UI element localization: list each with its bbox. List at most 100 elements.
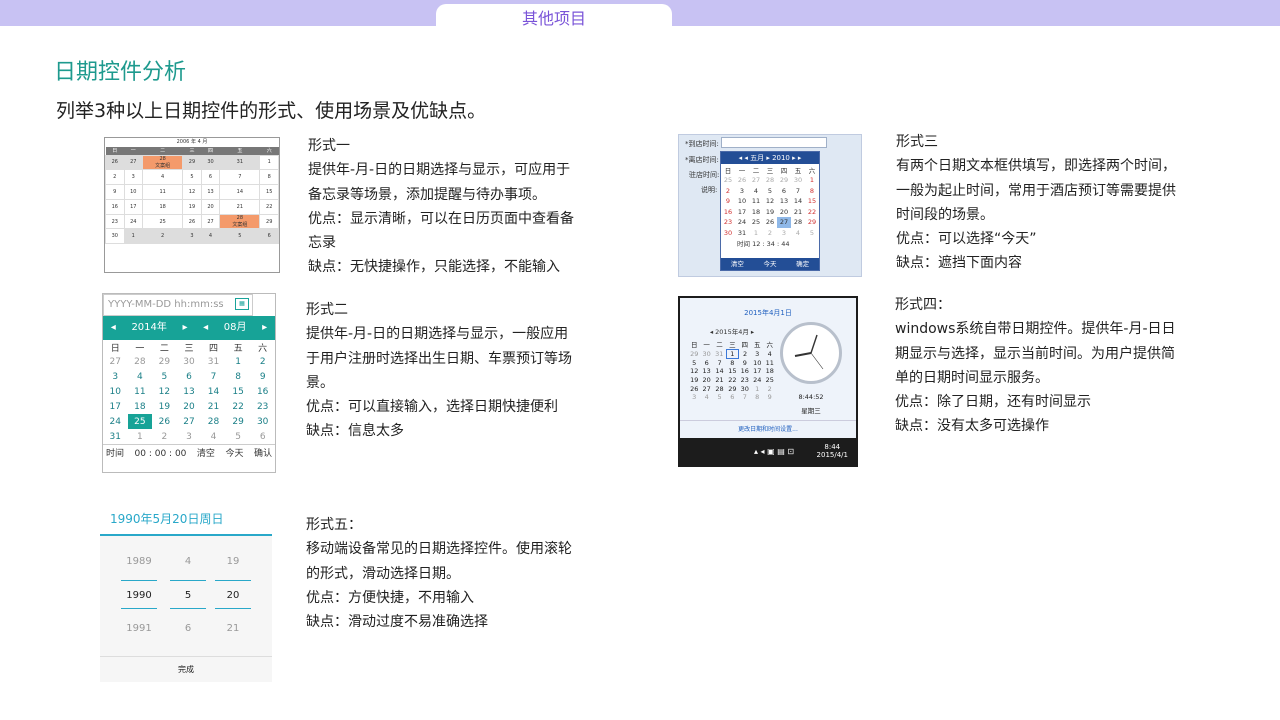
- day-cell[interactable]: 29: [805, 217, 819, 228]
- day-cell[interactable]: 11: [128, 384, 153, 399]
- day-cell[interactable]: 16: [250, 384, 275, 399]
- day-cell[interactable]: 2: [152, 429, 177, 444]
- month-prev[interactable]: 4: [170, 556, 206, 567]
- day-cell[interactable]: 24: [123, 213, 144, 230]
- day-cell[interactable]: 17: [735, 207, 749, 218]
- day-cell[interactable]: 20: [177, 399, 202, 414]
- day-cell[interactable]: 5: [688, 359, 700, 368]
- today-button[interactable]: 今天: [763, 258, 776, 270]
- day-cell[interactable]: 19: [182, 198, 202, 215]
- day-cell[interactable]: 22: [726, 376, 738, 385]
- day-cell[interactable]: 25: [763, 376, 776, 385]
- year-select[interactable]: 2014年: [131, 316, 166, 340]
- month-next[interactable]: 6: [170, 623, 206, 634]
- year-prev[interactable]: 1989: [121, 556, 157, 567]
- day-cell[interactable]: 12: [688, 367, 700, 376]
- day-cell[interactable]: 29: [182, 154, 202, 171]
- day-cell[interactable]: 25: [721, 175, 735, 186]
- day-prev[interactable]: 19: [215, 556, 251, 567]
- popup-time[interactable]: 时间 12 : 34 : 44: [721, 238, 819, 250]
- day-cell[interactable]: 12: [763, 196, 777, 207]
- day-cell[interactable]: 6: [200, 169, 221, 186]
- day-cell[interactable]: 26: [152, 414, 177, 429]
- day-cell[interactable]: 30: [250, 414, 275, 429]
- day-cell[interactable]: 6: [250, 429, 275, 444]
- day-cell[interactable]: 19: [688, 376, 700, 385]
- day-cell[interactable]: 17: [103, 399, 128, 414]
- day-cell[interactable]: 19: [152, 399, 177, 414]
- next-month-icon[interactable]: ▸: [262, 316, 267, 340]
- day-cell[interactable]: 8: [226, 369, 251, 384]
- day-cell[interactable]: 7: [219, 169, 261, 186]
- day-cell[interactable]: 9: [739, 359, 751, 368]
- day-cell[interactable]: 10: [735, 196, 749, 207]
- day-cell[interactable]: 13: [200, 184, 221, 200]
- day-cell[interactable]: 6: [777, 186, 791, 197]
- day-cell[interactable]: 1: [749, 228, 763, 239]
- day-cell[interactable]: 26: [182, 213, 202, 230]
- prev-month-icon[interactable]: ◂: [203, 316, 208, 340]
- day-cell[interactable]: 1: [123, 228, 144, 245]
- day-cell[interactable]: 10: [123, 184, 144, 200]
- day-cell[interactable]: 25: [749, 217, 763, 228]
- day-cell[interactable]: 27: [749, 175, 763, 186]
- day-cell[interactable]: 6: [259, 228, 279, 245]
- day-cell[interactable]: 21: [219, 198, 261, 215]
- day-cell[interactable]: 15: [226, 384, 251, 399]
- day-cell[interactable]: 4: [201, 429, 226, 444]
- day-cell[interactable]: 8: [726, 359, 738, 368]
- day-cell[interactable]: 11: [749, 196, 763, 207]
- day-cell[interactable]: 17: [751, 367, 763, 376]
- day-cell[interactable]: 21: [201, 399, 226, 414]
- day-cell[interactable]: 19: [763, 207, 777, 218]
- day-cell[interactable]: 15: [259, 184, 279, 200]
- day-cell[interactable]: 31: [103, 429, 128, 444]
- change-datetime-link[interactable]: 更改日期和时间设置...: [680, 420, 856, 438]
- day-cell[interactable]: 3: [123, 169, 144, 186]
- day-cell[interactable]: 23: [721, 217, 735, 228]
- day-cell[interactable]: 22: [259, 198, 279, 215]
- day-cell[interactable]: 16: [739, 367, 751, 376]
- day-cell[interactable]: 15: [726, 367, 738, 376]
- day-cell[interactable]: 28: [128, 354, 153, 369]
- day-cell[interactable]: 28 文案组: [219, 213, 261, 230]
- day-cell[interactable]: 1: [259, 154, 279, 171]
- day-cell[interactable]: 20: [200, 198, 221, 215]
- day-cell[interactable]: 30: [177, 354, 202, 369]
- day-cell[interactable]: 24: [103, 414, 128, 429]
- day-cell[interactable]: 18: [749, 207, 763, 218]
- day-cell[interactable]: 3: [688, 393, 700, 402]
- day-cell[interactable]: 31: [201, 354, 226, 369]
- day-cell[interactable]: 9: [105, 184, 125, 200]
- day-cell[interactable]: 3: [777, 228, 791, 239]
- day-cell[interactable]: 28: [713, 384, 726, 393]
- day-cell[interactable]: 28: [763, 175, 777, 186]
- day-cell[interactable]: 22: [805, 207, 819, 218]
- day-cell[interactable]: 9: [763, 393, 776, 402]
- day-cell[interactable]: 8: [751, 393, 763, 402]
- day-cell[interactable]: 23: [739, 376, 751, 385]
- year-next[interactable]: 1991: [121, 623, 157, 634]
- day-next[interactable]: 21: [215, 623, 251, 634]
- ok-button[interactable]: 确定: [796, 258, 809, 270]
- day-cell[interactable]: 3: [103, 369, 128, 384]
- day-cell[interactable]: 30: [721, 228, 735, 239]
- day-cell[interactable]: 5: [226, 429, 251, 444]
- day-cell[interactable]: 11: [142, 184, 184, 200]
- time-input[interactable]: 00 : 00 : 00: [135, 445, 187, 462]
- day-cell[interactable]: 3: [177, 429, 202, 444]
- day-cell[interactable]: 4: [791, 228, 805, 239]
- day-cell[interactable]: 10: [751, 359, 763, 368]
- day-cell[interactable]: 14: [201, 384, 226, 399]
- day-cell[interactable]: 21: [791, 207, 805, 218]
- day-cell[interactable]: 2: [763, 228, 777, 239]
- day-cell[interactable]: 22: [226, 399, 251, 414]
- day-cell[interactable]: 18: [142, 198, 184, 215]
- taskbar-clock[interactable]: 8:44 2015/4/1: [817, 443, 848, 459]
- clear-button[interactable]: 清空: [731, 258, 744, 270]
- checkin-input[interactable]: [721, 137, 827, 148]
- next-year-icon[interactable]: ▸: [183, 316, 188, 340]
- day-cell[interactable]: 26: [105, 154, 125, 171]
- day-cell[interactable]: 2: [105, 169, 125, 186]
- day-cell[interactable]: 5: [152, 369, 177, 384]
